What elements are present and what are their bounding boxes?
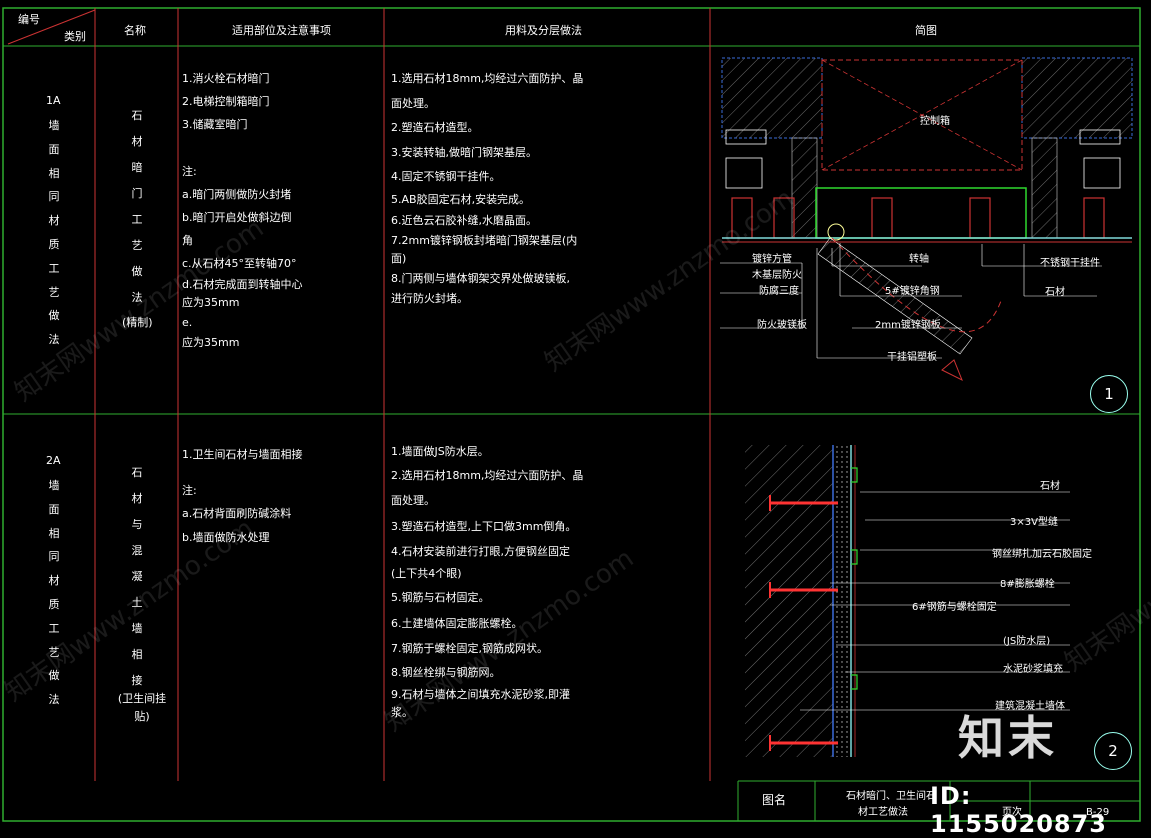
scope-line: 注: <box>182 484 197 497</box>
row1-name: 石材暗门工艺做法 <box>131 109 143 304</box>
scope-line: 3.储藏室暗门 <box>182 118 248 132</box>
scope-line: 应为35mm <box>182 335 240 349</box>
diagram2-index: 2 <box>1094 732 1132 770</box>
method-line: 3.塑造石材造型,上下口做3mm倒角。 <box>391 520 577 533</box>
scope-line <box>182 137 302 160</box>
method-line: 8.门两侧与墙体钢架交界处做玻镁板, <box>391 271 570 285</box>
diagram1-label: 石材 <box>1045 287 1065 298</box>
footer-drawing-name-label: 图名 <box>762 793 787 807</box>
row2-name-note: (卫生间挂贴) <box>117 692 167 723</box>
row1-category: 墙面相同材质工艺做法 <box>48 119 60 347</box>
scope-line <box>182 466 303 480</box>
method-line: 2.选用石材18mm,均经过六面防护、晶 <box>391 469 584 482</box>
diagram1-label: 转轴 <box>909 254 929 265</box>
scope-line: 应为35mm <box>182 295 240 309</box>
row1-code: 1A <box>46 94 61 107</box>
method-line: 5.AB胶固定石材,安装完成。 <box>391 192 531 206</box>
diagram2-label: 8#膨胀螺栓 <box>1000 579 1055 590</box>
diagram2-label: 钢丝绑扎加云石胶固定 <box>992 549 1092 560</box>
row1-scope-list: 1.消火栓石材暗门 2.电梯控制箱暗门 3.储藏室暗门 注: a.暗门两侧做防火… <box>182 67 302 352</box>
header-scope: 适用部位及注意事项 <box>232 24 331 37</box>
scope-line: 2.电梯控制箱暗门 <box>182 95 270 109</box>
scope-line: a.暗门两侧做防火封堵 <box>182 187 292 201</box>
row1-method-list: 1.选用石材18mm,均经过六面防护、晶 面处理。 2.塑造石材造型。 3.安装… <box>391 67 583 308</box>
row2-code: 2A <box>46 454 61 467</box>
diagram1-label: 不锈钢干挂件 <box>1040 258 1100 269</box>
id-watermark: ID: 1155020873 <box>930 782 1107 838</box>
diagram1-label: 5#镀锌角钢 <box>885 286 940 297</box>
scope-line: 1.消火栓石材暗门 <box>182 72 270 85</box>
header-diagram: 简图 <box>915 24 937 37</box>
method-line: 4.石材安装前进行打眼,方便钢丝固定 <box>391 545 570 558</box>
header-name: 名称 <box>124 24 146 37</box>
diagram1-label: 木基层防火 <box>752 270 802 281</box>
diagram1-label-control-box: 控制箱 <box>920 116 950 127</box>
scope-line: 注: <box>182 164 197 178</box>
method-line: 2.塑造石材造型。 <box>391 121 479 134</box>
footer-drawing-name-1: 石材暗门、卫生间石 <box>846 791 936 802</box>
diagram1-label: 2mm镀锌钢板 <box>875 320 941 331</box>
method-line: 7.2mm镀锌钢板封堵暗门钢架基层(内 <box>391 233 578 247</box>
method-line: 面处理。 <box>391 494 435 507</box>
diagram2-label: 水泥砂浆填充 <box>1003 664 1063 675</box>
header-code: 编号 <box>18 13 40 26</box>
diagram2-label: (JS防水层) <box>1003 636 1051 647</box>
diagram1-label: 干挂铝塑板 <box>887 352 937 363</box>
diagram1-label: 防火玻镁板 <box>757 320 807 331</box>
diagram1-label: 镀锌方管 <box>752 254 792 265</box>
diagram2-label: 石材 <box>1040 481 1060 492</box>
method-line: 面处理。 <box>391 96 435 110</box>
footer-drawing-name-2: 材工艺做法 <box>858 807 908 818</box>
scope-line: 1.卫生间石材与墙面相接 <box>182 448 303 461</box>
header-method: 用料及分层做法 <box>505 24 582 37</box>
diagram2-label: 3×3V型缝 <box>1010 517 1058 528</box>
diagram1-label: 防腐三度 <box>759 286 799 297</box>
header-category: 类别 <box>64 30 86 43</box>
diagram1-index: 1 <box>1090 375 1128 413</box>
method-line: 进行防火封堵。 <box>391 291 468 305</box>
diagram2-label: 6#钢筋与螺栓固定 <box>912 602 997 613</box>
scope-line: e. <box>182 315 193 329</box>
method-line: 4.固定不锈钢干挂件。 <box>391 170 501 183</box>
method-line: 1.墙面做JS防水层。 <box>391 445 489 458</box>
logo-watermark: 知末 <box>958 711 1058 765</box>
method-line: 3.安装转轴,做暗门钢架基层。 <box>391 145 537 159</box>
method-line: 6.近色云石胶补缝,水磨晶面。 <box>391 213 537 227</box>
method-line: 面) <box>391 251 407 265</box>
method-line: 1.选用石材18mm,均经过六面防护、晶 <box>391 72 584 85</box>
